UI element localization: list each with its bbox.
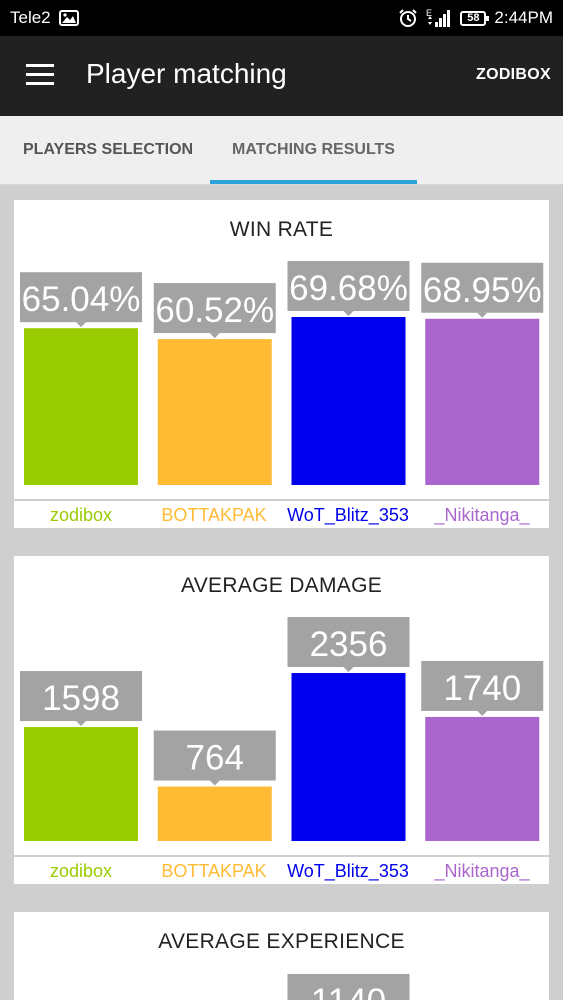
value-label-pointer [343,311,354,316]
value-label-pointer [477,312,488,318]
status-bar: Tele2 E 58 2:44PM [0,0,563,36]
win-rate-chart: 65.04% 60.52% 69.68% 68.95% [20,261,544,485]
bar-BOTTAKPAK [157,786,272,841]
tab-matching-results[interactable]: MATCHING RESULTS [210,116,417,184]
player-legend: zodibox BOTTAKPAK WoT_Blitz_353 _Nikitan… [14,499,549,527]
active-tab-indicator [210,180,417,184]
value-label: 60.52% [155,291,274,330]
user-name-button[interactable]: ZODIBOX [476,66,551,84]
tab-bar: PLAYERS SELECTION MATCHING RESULTS [0,116,563,185]
bar-WoT_Blitz_353 [291,673,406,841]
alarm-clock-icon [398,8,418,28]
player-label-wot-blitz: WoT_Blitz_353 [287,861,409,881]
bar-zodibox [24,727,138,841]
player-label-bottakpak: BOTTAKPAK [161,505,267,525]
value-label-pointer [477,710,488,716]
value-label: 65.04% [22,280,141,319]
value-label-pointer [209,780,220,786]
player-label-nikitanga: _Nikitanga_ [434,505,530,525]
value-label: 69.68% [289,269,408,308]
bar-zodibox [24,328,138,485]
value-label: 1140 [311,982,386,1000]
average-damage-card: AVERAGE DAMAGE 1598 764 2356 1740 zodibox B… [14,556,549,884]
bar-_Nikitanga_ [425,318,540,485]
win-rate-card: WIN RATE 65.04% 60.52% 69.68% 68.95% zodibo… [14,200,549,528]
bar-WoT_Blitz_353 [291,317,406,485]
carrier-name: Tele2 [10,8,51,27]
player-label-nikitanga: _Nikitanga_ [434,861,530,881]
value-label-pointer [76,322,86,328]
bar-BOTTAKPAK [157,339,272,485]
network-type-label: E [426,8,432,18]
hamburger-menu-icon[interactable] [26,64,54,88]
value-label-pointer [209,333,220,339]
image-notification-icon [58,10,79,26]
app-bar: Player matching ZODIBOX [0,36,563,116]
value-label: 1740 [443,669,521,708]
tab-players-selection[interactable]: PLAYERS SELECTION [23,116,193,184]
player-label-wot-blitz: WoT_Blitz_353 [287,505,409,525]
page-title: Player matching [86,58,287,89]
battery-level: 58 [467,12,480,24]
average-experience-chart: 1140 [287,974,410,1000]
bar-_Nikitanga_ [425,716,540,841]
average-experience-card: AVERAGE EXPERIENCE 1140 [14,912,549,1000]
signal-strength-icon: E [426,8,452,28]
player-label-zodibox: zodibox [49,861,113,881]
player-legend: zodibox BOTTAKPAK WoT_Blitz_353 _Nikitan… [14,855,549,883]
value-label-pointer [76,721,86,727]
value-label: 68.95% [423,271,542,310]
player-label-zodibox: zodibox [49,505,113,525]
clock: 2:44PM [494,8,553,27]
player-label-bottakpak: BOTTAKPAK [161,861,267,881]
value-label: 2356 [310,625,388,664]
battery-icon: 58 [460,10,490,26]
value-label: 1598 [42,679,120,718]
value-label: 764 [186,739,244,778]
average-damage-chart: 1598 764 2356 1740 [20,617,544,841]
value-label-pointer [343,667,354,672]
